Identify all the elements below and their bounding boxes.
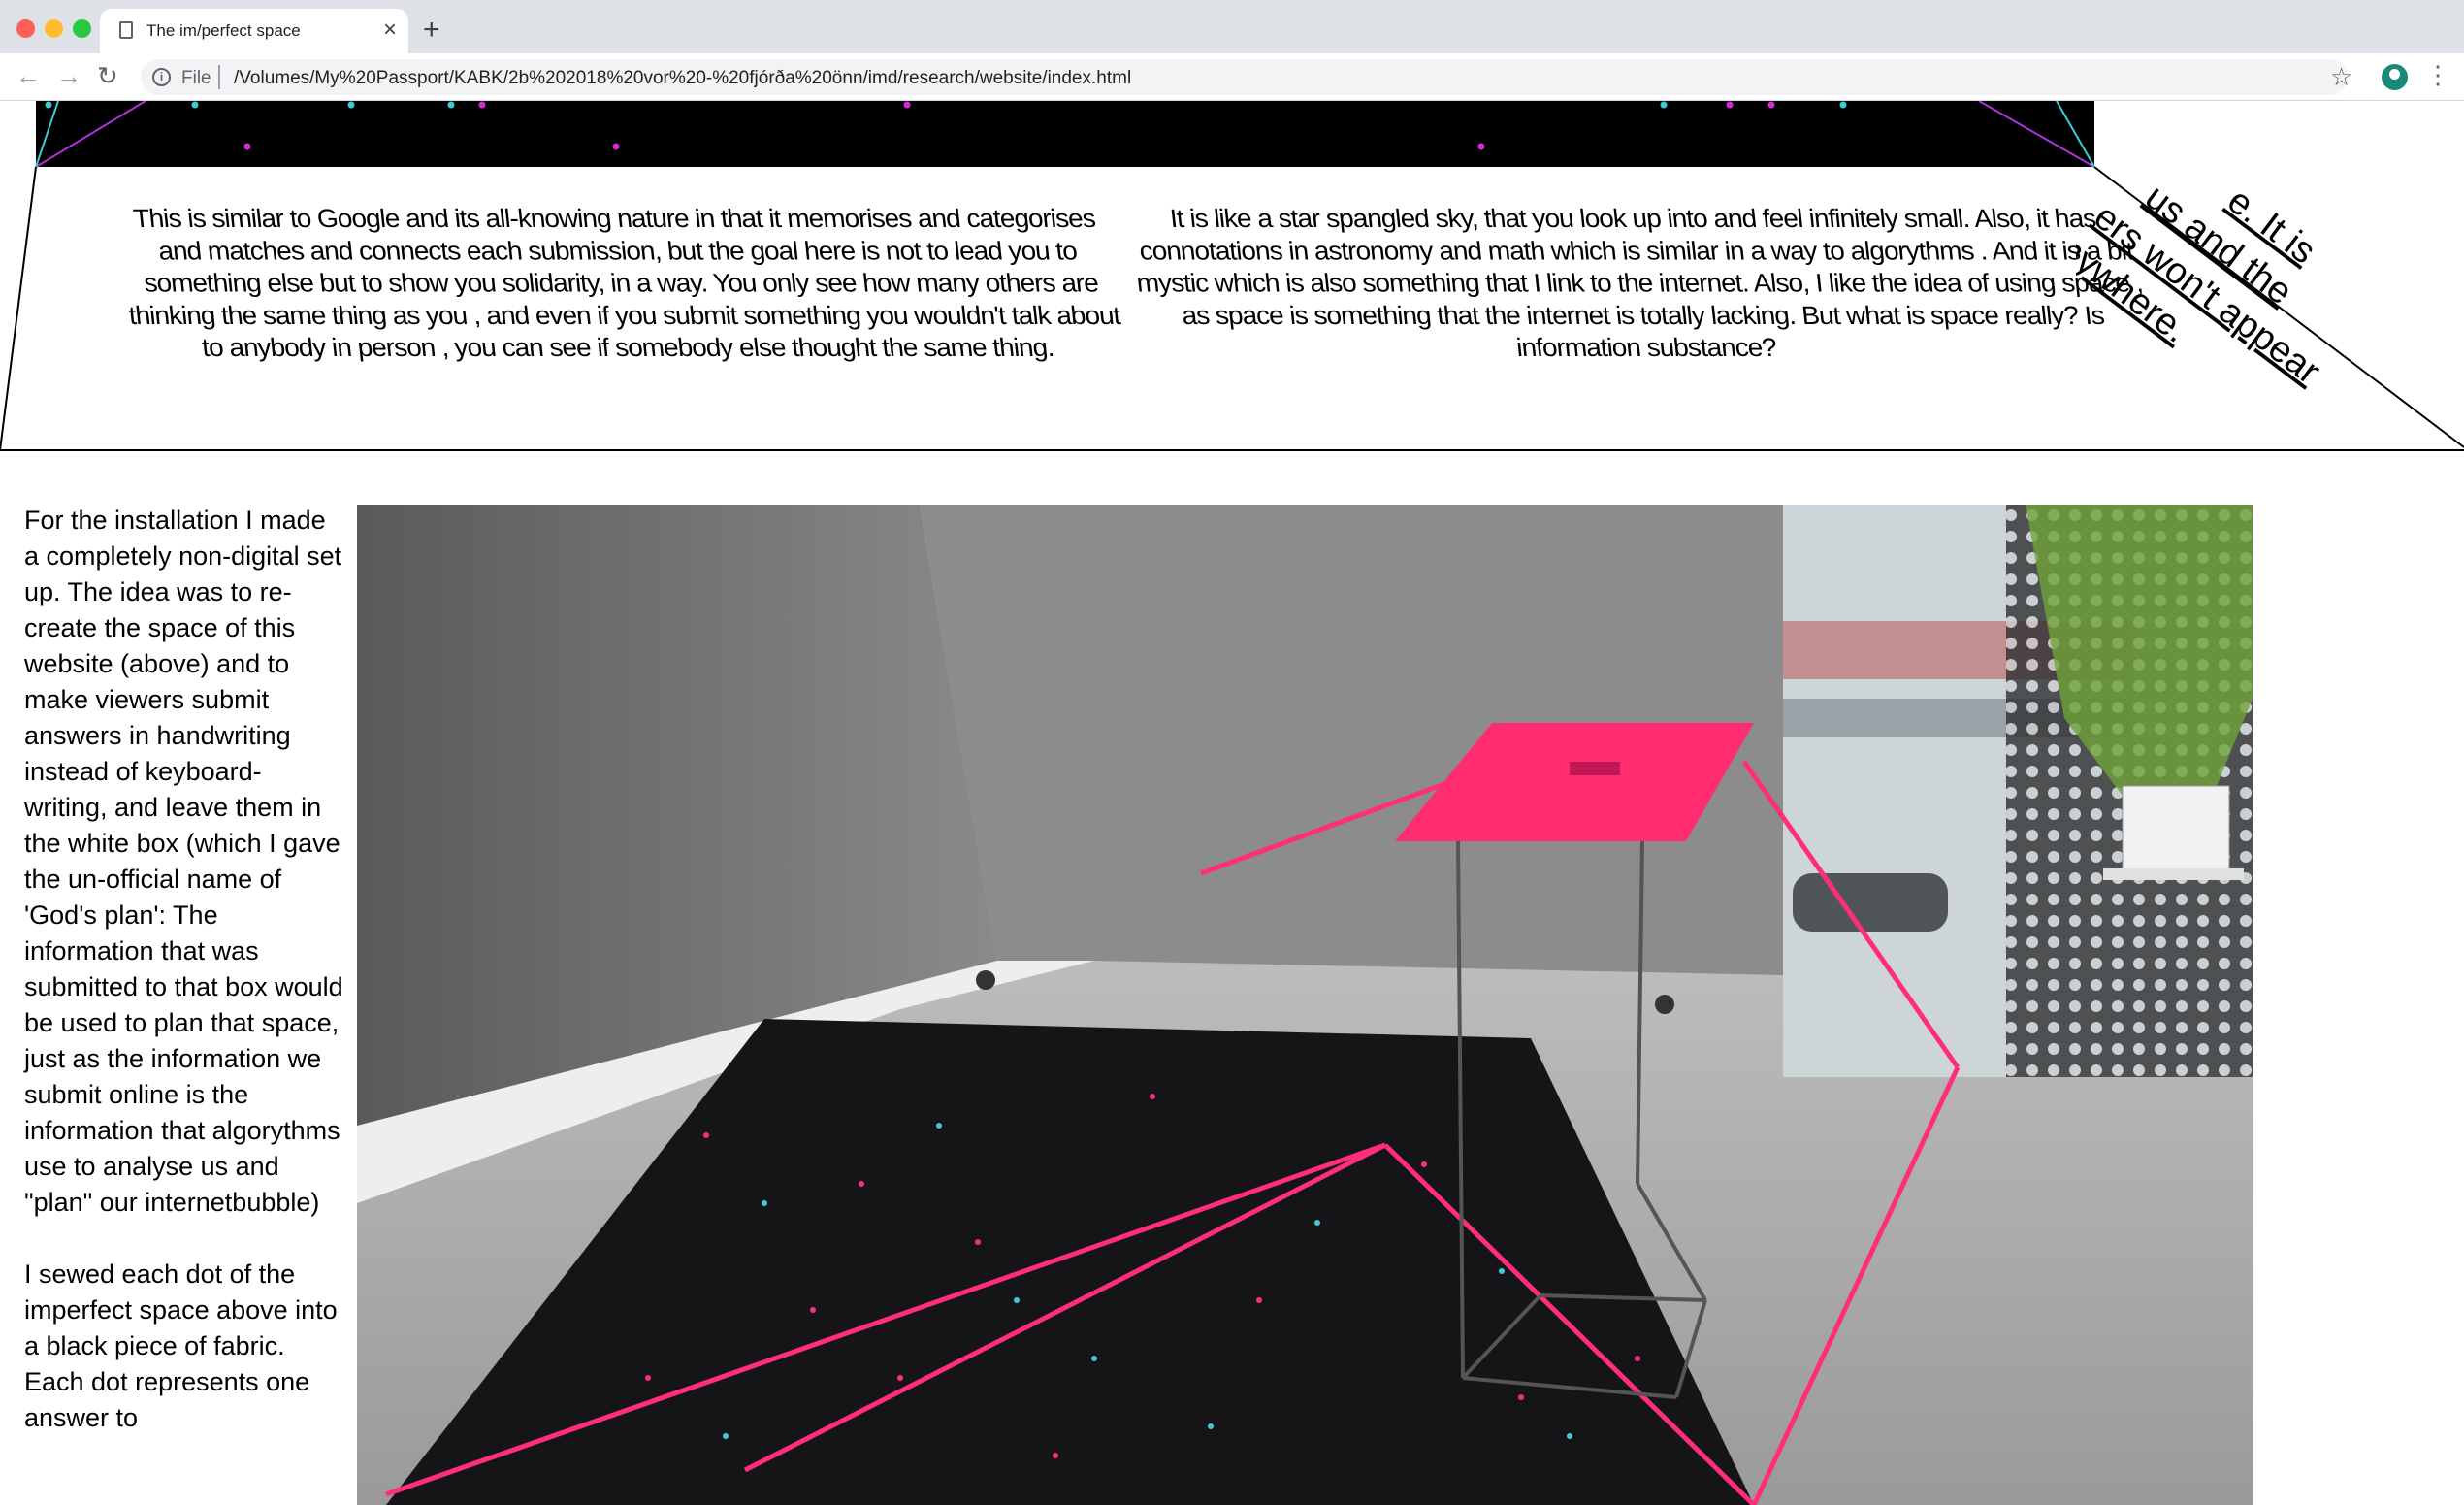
address-bar[interactable]: i File /Volumes/My%20Passport/KABK/2b%20…	[141, 59, 2348, 95]
right-wall-text: e. It is us and the ers won't appear any…	[2076, 177, 2328, 392]
tab-title: The im/perfect space	[146, 21, 301, 40]
reload-icon[interactable]: ↻	[97, 61, 118, 90]
wall-wheel	[976, 970, 995, 990]
minimize-window-icon[interactable]	[45, 19, 63, 38]
maximize-window-icon[interactable]	[73, 19, 91, 38]
paragraph: For the installation I made a completely…	[24, 506, 343, 1217]
sky-ceiling	[36, 101, 2094, 167]
page-icon	[119, 21, 133, 39]
installation-description: For the installation I made a completely…	[24, 503, 344, 1472]
parked-car	[1793, 873, 1948, 932]
tab-close-icon[interactable]: ×	[383, 17, 397, 43]
page-content: This is similar to Google and its all-kn…	[0, 101, 2464, 1505]
paragraph: I sewed each dot of the imperfect space …	[24, 1260, 338, 1432]
white-box	[2122, 785, 2230, 874]
profile-icon[interactable]	[2382, 64, 2408, 90]
url-separator	[218, 65, 220, 89]
close-window-icon[interactable]	[16, 19, 35, 38]
left-panel-text: This is similar to Google and its all-kn…	[127, 204, 1121, 362]
wall-wheel	[1655, 995, 1674, 1014]
installation-photo	[357, 505, 2253, 1505]
center-panel-text: It is like a star spangled sky, that you…	[1135, 204, 2144, 362]
url-text[interactable]: /Volumes/My%20Passport/KABK/2b%202018%20…	[234, 68, 1131, 89]
url-scheme: File	[181, 68, 211, 88]
info-icon[interactable]: i	[152, 68, 171, 86]
new-tab-button[interactable]: +	[423, 14, 440, 47]
forward-arrow-icon[interactable]: →	[56, 61, 81, 90]
browser-chrome: The im/perfect space × + ← → ↻ i File /V…	[0, 0, 2464, 101]
toolbar: ← → ↻ i File /Volumes/My%20Passport/KABK…	[0, 53, 2464, 101]
tab-active[interactable]: The im/perfect space ×	[100, 9, 408, 53]
back-arrow-icon[interactable]: ←	[16, 61, 41, 90]
star-icon[interactable]: ☆	[2330, 62, 2352, 91]
notepad	[1570, 762, 1620, 775]
white-box-shelf	[2103, 868, 2244, 880]
menu-icon[interactable]: ⋮	[2425, 60, 2450, 89]
